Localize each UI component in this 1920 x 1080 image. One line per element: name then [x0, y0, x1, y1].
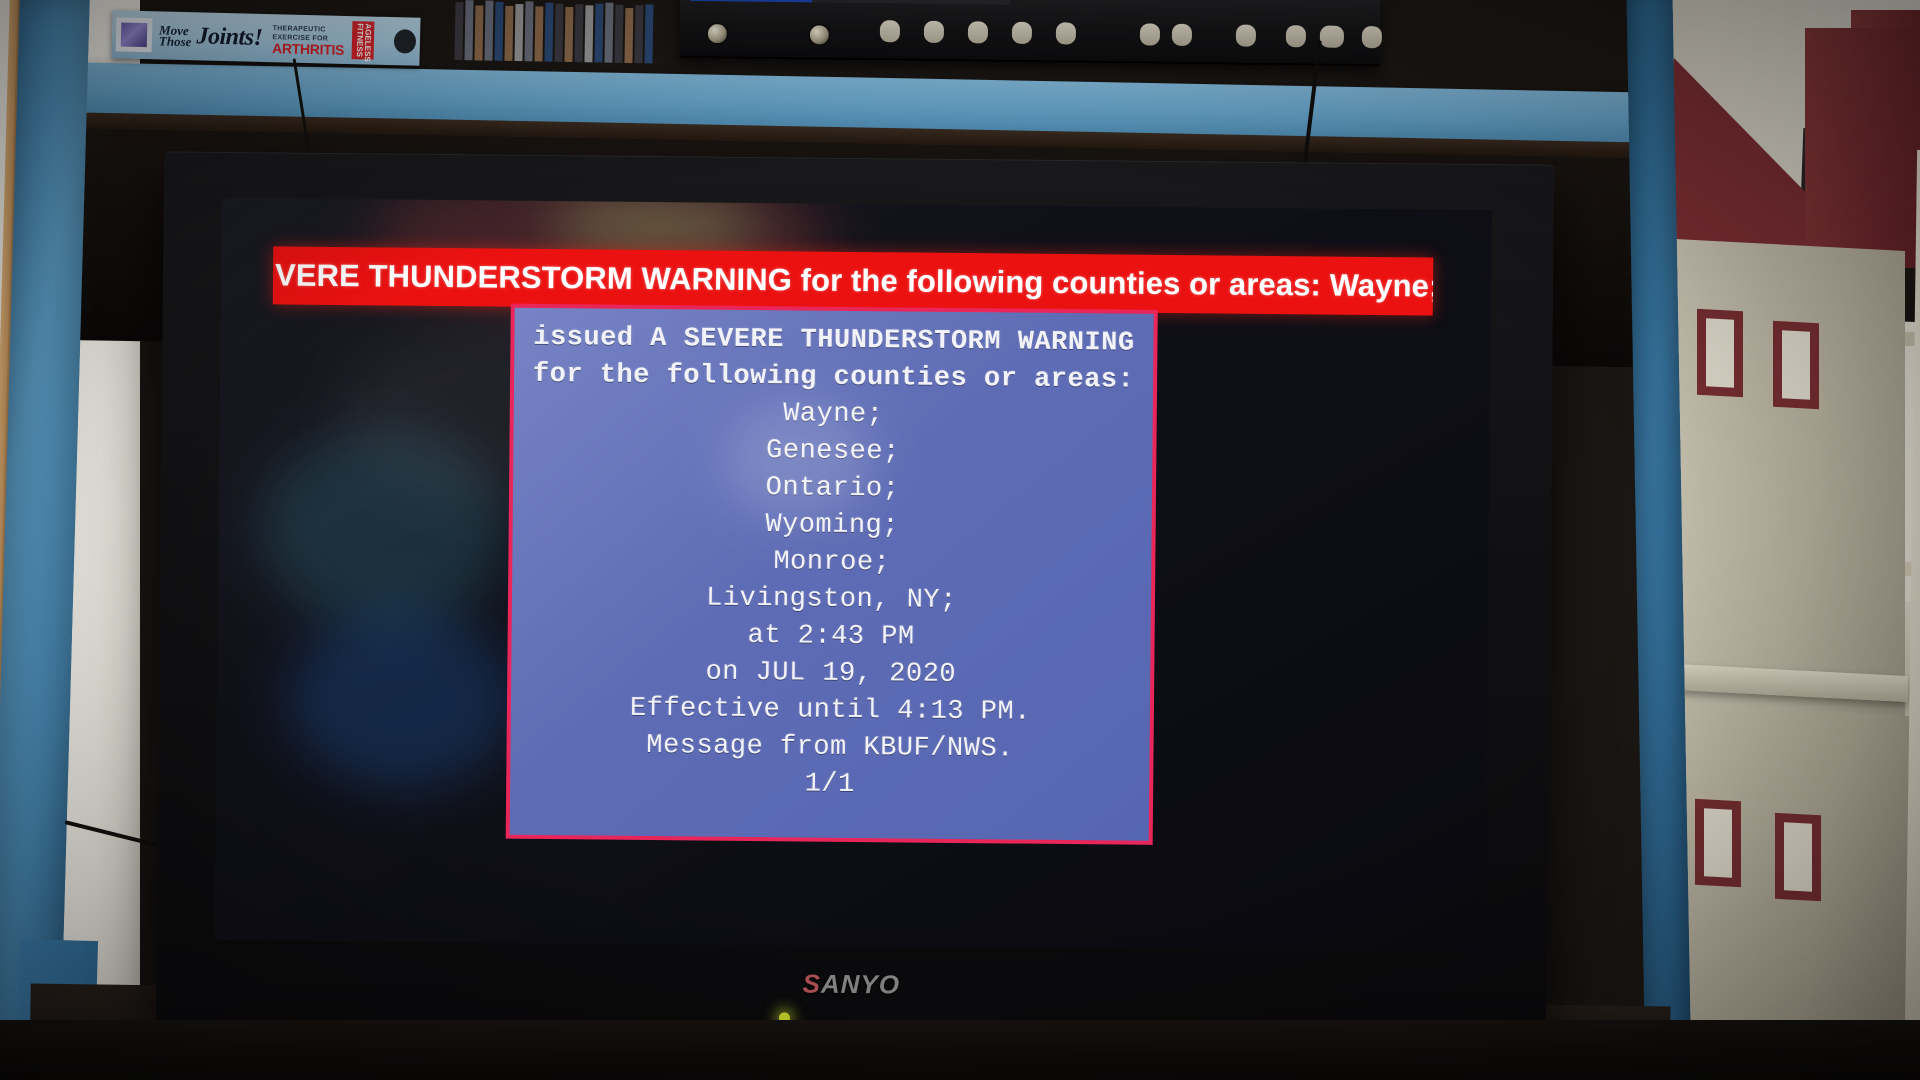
vhs-tape-spine: Move Those Joints! THERAPEUTIC EXERCISE …: [111, 10, 421, 66]
dollhouse-corner-post: [1904, 149, 1920, 1031]
room-photo-scene: Move Those Joints! THERAPEUTIC EXERCISE …: [0, 0, 1920, 1080]
dollhouse-roof-slope: [1805, 28, 1920, 268]
vhs-publisher: AGELESS FITNESS: [351, 21, 375, 62]
deck-button-eject[interactable]: [1055, 22, 1077, 45]
vhs-subject: ARTHRITIS: [271, 39, 345, 58]
tv-brand-rest: ANYO: [820, 968, 901, 1000]
television[interactable]: VERE THUNDERSTORM WARNING for the follow…: [155, 151, 1555, 1045]
eas-message-line: 1/1: [804, 769, 855, 801]
deck-button-rew[interactable]: [879, 20, 901, 43]
deck-display-strip: [690, 0, 1011, 5]
eas-message-line: Wyoming;: [765, 510, 900, 542]
vhs-cover-thumbnail: [115, 17, 153, 53]
deck-button-prev[interactable]: [1285, 25, 1307, 48]
eas-message-line: Monroe;: [773, 547, 891, 579]
deck-button-next[interactable]: [1319, 25, 1341, 48]
deck-button-source[interactable]: [1235, 24, 1257, 47]
deck-button-ff[interactable]: [1011, 21, 1033, 45]
dollhouse: [1655, 10, 1920, 1047]
vhs-title-line2: Those: [158, 33, 192, 50]
eas-message-line: at 2:43 PM: [747, 620, 915, 653]
eas-message-line: for the following counties or areas:: [532, 359, 1135, 396]
eas-message-line: Wayne;: [783, 399, 884, 431]
vhs-reel-hole: [393, 29, 417, 54]
eas-message-line: Livingston, NY;: [706, 583, 957, 616]
vhs-title-small: Move Those: [158, 22, 192, 50]
eas-alert-display: VERE THUNDERSTORM WARNING for the follow…: [268, 246, 1434, 857]
deck-button-progressive-a[interactable]: [1139, 23, 1161, 46]
deck-button-stop[interactable]: [967, 21, 989, 44]
deck-video-jack[interactable]: [705, 22, 730, 46]
tv-brand-logo: SANYO: [156, 962, 1546, 1006]
dollhouse-window: [1695, 798, 1741, 888]
eas-message-line: Ontario;: [765, 473, 900, 505]
eas-message-line: Message from KBUF/NWS.: [646, 731, 1014, 765]
vhs-title-big: Joints!: [196, 22, 263, 51]
vhs-subtitle-block: THERAPEUTIC EXERCISE FOR ARTHRITIS: [271, 24, 345, 58]
tv-brand-initial: S: [802, 968, 822, 999]
dollhouse-window: [1773, 320, 1819, 410]
eas-message-line: issued A SEVERE THUNDERSTORM WARNING: [533, 322, 1135, 359]
tv-screen[interactable]: VERE THUNDERSTORM WARNING for the follow…: [214, 197, 1492, 953]
eas-message-panel: issued A SEVERE THUNDERSTORM WARNING for …: [505, 303, 1158, 845]
dollhouse-window: [1697, 308, 1743, 398]
dollhouse-window: [1775, 812, 1821, 902]
eas-message-line: on JUL 19, 2020: [705, 657, 957, 690]
dvd-vcr-deck[interactable]: [679, 0, 1383, 67]
eas-message-line: Genesee;: [765, 436, 900, 468]
media-case-stack: [454, 0, 685, 64]
eas-crawl-text: VERE THUNDERSTORM WARNING for the follow…: [274, 257, 1434, 304]
deck-button-play[interactable]: [923, 20, 945, 43]
eas-message-line: Effective until 4:13 PM.: [629, 693, 1031, 728]
floor-shadow: [0, 1020, 1920, 1080]
eas-message-body: issued A SEVERE THUNDERSTORM WARNING for …: [509, 307, 1154, 841]
eas-crawl-banner: VERE THUNDERSTORM WARNING for the follow…: [272, 246, 1434, 316]
deck-button-play2[interactable]: [1361, 26, 1383, 49]
deck-audio-jack[interactable]: [807, 23, 832, 47]
deck-button-progressive-b[interactable]: [1171, 23, 1193, 46]
